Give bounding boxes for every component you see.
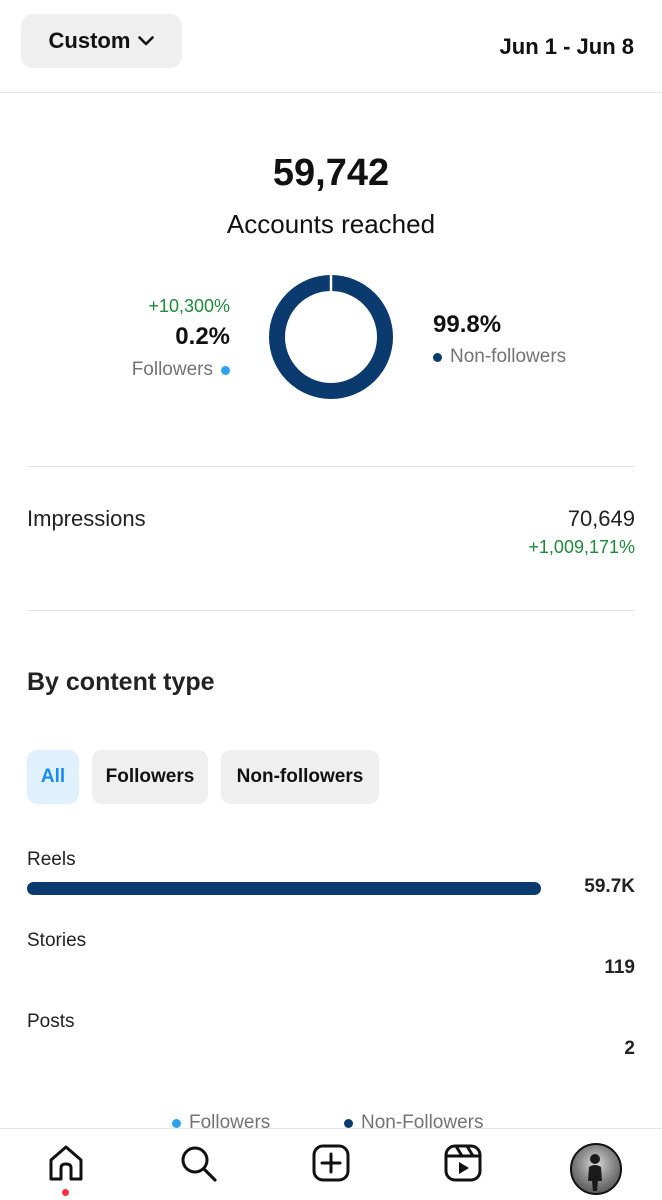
followers-dot-icon — [221, 365, 230, 375]
content-row-stories-value: 119 — [604, 957, 635, 978]
filter-chip-followers[interactable]: Followers — [92, 750, 208, 804]
content-row-reels-bar — [27, 882, 541, 895]
filter-chip-all[interactable]: All — [27, 750, 79, 804]
followers-percent: 0.2% — [175, 323, 230, 350]
followers-change: +10,300% — [148, 296, 230, 316]
home-icon[interactable] — [44, 1141, 88, 1185]
filter-chip-non-followers[interactable]: Non-followers — [221, 750, 379, 804]
search-icon[interactable] — [176, 1141, 220, 1185]
legend-followers-dot-icon — [172, 1118, 181, 1128]
followers-legend-label: Followers — [131, 359, 213, 380]
accounts-reached-count: 59,742 — [272, 152, 390, 194]
content-type-title: By content type — [27, 668, 215, 696]
non-followers-legend: Non-followers — [433, 346, 566, 368]
content-row-reels-label: Reels — [27, 849, 76, 870]
content-row-reels-value: 59.7K — [584, 876, 635, 897]
date-range-dropdown[interactable]: Custom — [21, 14, 182, 68]
reach-donut-chart — [269, 274, 393, 399]
content-row-posts-value: 2 — [624, 1038, 635, 1059]
impressions-label: Impressions — [27, 506, 146, 531]
notification-dot — [62, 1189, 69, 1196]
impressions-value: 70,649 — [567, 506, 635, 531]
legend-non-followers-dot-icon — [344, 1118, 353, 1128]
content-row-posts-label: Posts — [27, 1011, 75, 1032]
donut-non-followers-ring — [269, 275, 393, 399]
accounts-reached-label: Accounts reached — [226, 209, 436, 239]
top-bar: Custom Jun 1 - Jun 8 — [0, 0, 662, 93]
person-silhouette-icon — [588, 1154, 602, 1191]
date-range-dropdown-label: Custom — [48, 28, 131, 53]
followers-legend: Followers — [132, 359, 230, 381]
bottom-navigation — [0, 1128, 662, 1200]
content-row-stories-label: Stories — [27, 930, 87, 951]
divider — [27, 466, 635, 467]
date-range-text: Jun 1 - Jun 8 — [499, 34, 634, 59]
profile-avatar[interactable] — [570, 1143, 622, 1195]
chevron-down-icon — [138, 36, 155, 46]
non-followers-dot-icon — [433, 352, 442, 362]
non-followers-legend-label: Non-followers — [450, 346, 567, 367]
reels-icon[interactable] — [441, 1141, 485, 1185]
impressions-change: +1,009,171% — [528, 537, 635, 557]
create-icon[interactable] — [309, 1141, 353, 1185]
non-followers-percent: 99.8% — [433, 311, 502, 338]
reels-bar-fill — [27, 882, 541, 895]
divider — [27, 610, 635, 611]
